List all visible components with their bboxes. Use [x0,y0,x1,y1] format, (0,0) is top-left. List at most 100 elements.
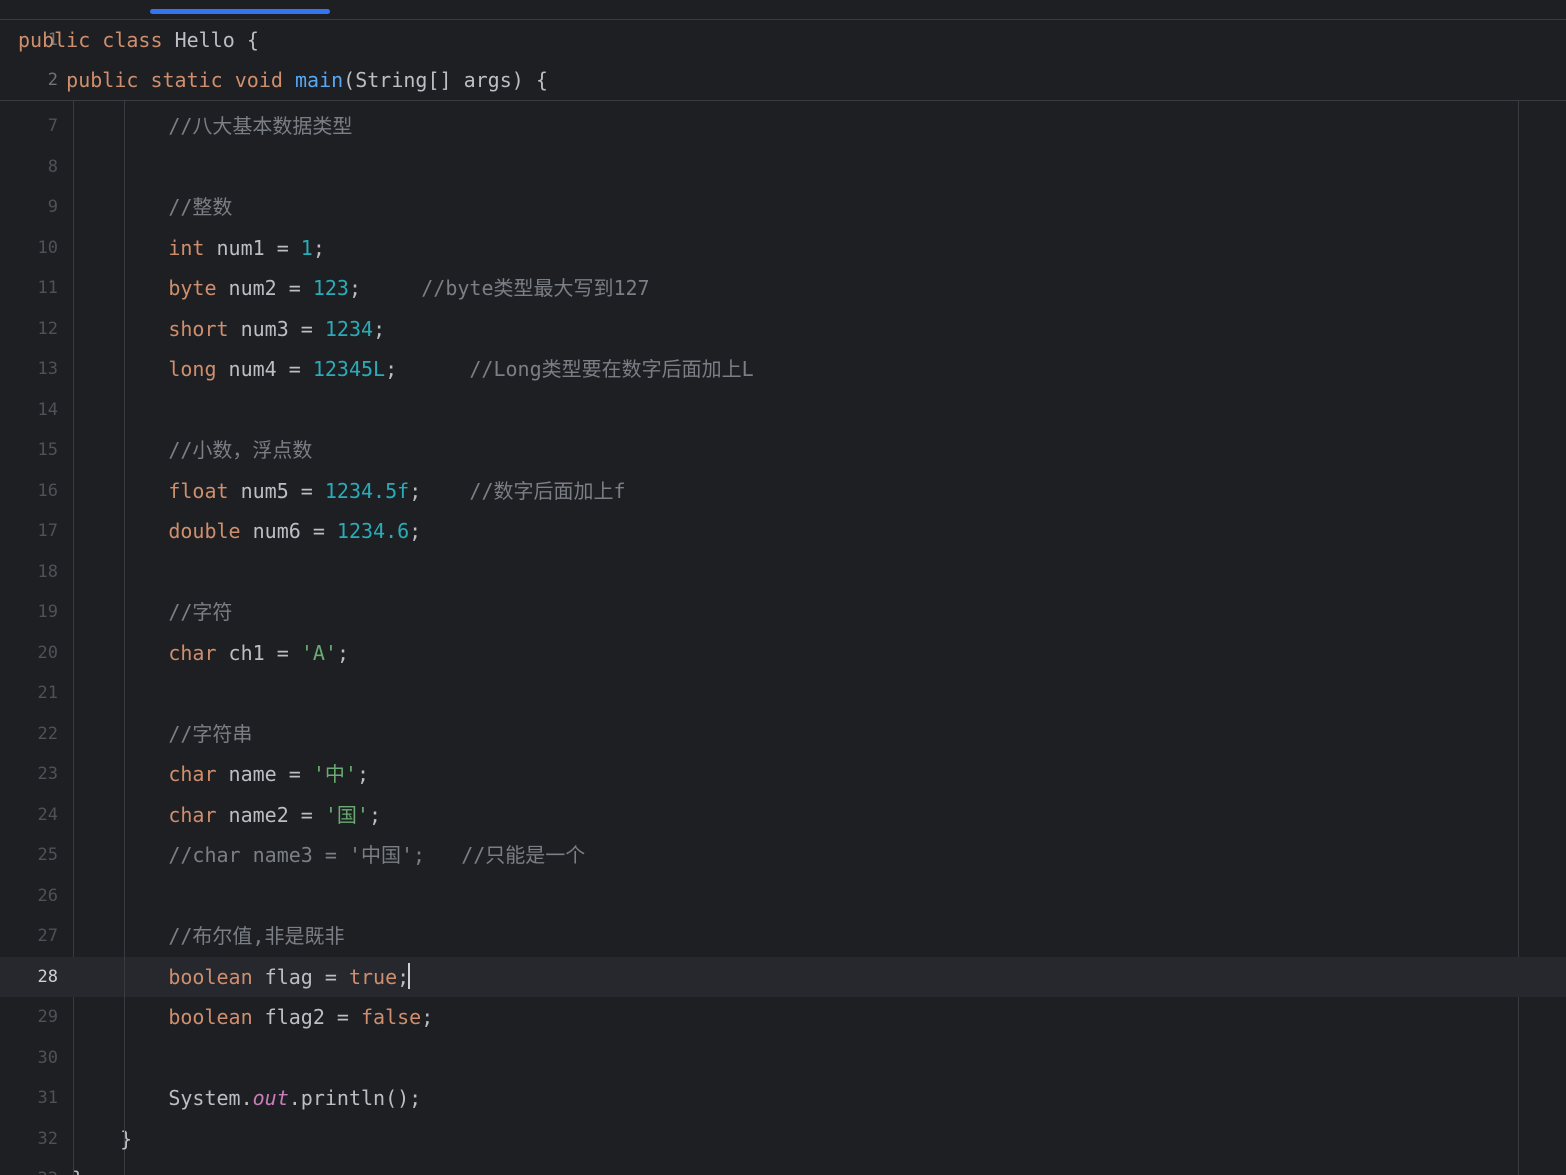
code-line[interactable]: 8 [0,147,1566,188]
line-number: 10 [37,237,58,258]
active-tab-indicator[interactable] [150,9,330,14]
code-text[interactable]: //字符串 [72,714,252,755]
indent-guide [124,101,125,1133]
code-token: //八大基本数据类型 [168,114,353,138]
line-number: 8 [47,156,58,177]
code-token: (); [385,1086,422,1110]
line-number: 21 [37,683,58,703]
line-number: 30 [37,1047,58,1068]
code-line[interactable]: 23 char name = '中'; [0,754,1566,795]
code-line[interactable]: 31 System.out.println(); [0,1078,1566,1119]
code-text[interactable]: char ch1 = 'A'; [72,633,349,674]
code-line[interactable]: 13 long num4 = 12345L; //Long类型要在数字后面加上L [0,349,1566,390]
code-line[interactable]: 22 //字符串 [0,714,1566,755]
code-line[interactable]: 20 char ch1 = 'A'; [0,633,1566,674]
code-token: . [240,1086,253,1110]
code-text[interactable]: float num5 = 1234.5f; //数字后面加上f [72,471,626,512]
code-text[interactable]: char name2 = '国'; [72,795,381,836]
code-token: ; [356,762,369,786]
code-editor[interactable]: 1 public class Hello {2 public static voi… [0,0,1566,1175]
sticky-code-line[interactable]: 1 public class Hello { [0,20,1566,61]
code-token: { [234,28,259,52]
code-text[interactable]: public static void main(String[] args) { [18,60,548,101]
code-line[interactable]: 27 //布尔值,非是既非 [0,916,1566,957]
code-token: = [288,762,313,786]
code-token: = [300,316,325,341]
code-text[interactable]: } [72,1159,84,1175]
code-token: class [102,28,163,52]
code-token: num2 [216,276,289,300]
code-line[interactable]: 30 [0,1038,1566,1079]
code-token: main [294,68,344,92]
code-line[interactable]: 25 //char name3 = '中国'; //只能是一个 [0,835,1566,876]
line-number: 33 [0,1159,58,1175]
code-line[interactable]: 26 [0,876,1566,917]
code-token: = [300,478,325,503]
code-line[interactable]: 14 [0,390,1566,431]
code-text[interactable]: short num3 = 1234; [72,309,385,350]
code-token: ; [421,1005,434,1029]
code-line[interactable]: 7 //八大基本数据类型 [0,106,1566,147]
code-token: 'A' [300,640,337,665]
line-number: 7 [47,116,58,136]
code-token: System [168,1086,241,1110]
code-line[interactable]: 10 int num1 = 1; [0,228,1566,269]
code-token: //Long类型要在数字后面加上L [469,357,754,381]
code-token: ( [343,68,356,92]
code-token: ; [409,478,422,503]
code-token: ; [348,276,362,300]
code-line[interactable]: 24 char name2 = '国'; [0,795,1566,836]
line-number: 32 [37,1128,58,1149]
code-text[interactable]: public class Hello { [18,20,259,61]
code-text[interactable]: long num4 = 12345L; //Long类型要在数字后面加上L [72,349,754,390]
code-line[interactable]: 16 float num5 = 1234.5f; //数字后面加上f [0,471,1566,512]
code-text[interactable]: //布尔值,非是既非 [72,916,344,957]
code-text[interactable]: //整数 [72,187,232,228]
code-line[interactable]: 32 } [0,1119,1566,1160]
code-text[interactable]: //八大基本数据类型 [72,106,352,147]
code-text[interactable]: boolean flag = true; [72,957,411,998]
code-text[interactable]: byte num2 = 123; //byte类型最大写到127 [72,268,649,309]
code-line[interactable]: 11 byte num2 = 123; //byte类型最大写到127 [0,268,1566,309]
code-text[interactable]: //char name3 = '中国'; //只能是一个 [72,835,585,876]
code-line[interactable]: 29 boolean flag2 = false; [0,997,1566,1038]
code-text[interactable]: char name = '中'; [72,754,369,795]
code-token: ; [373,316,386,341]
code-text[interactable]: //字符 [72,592,232,633]
code-text[interactable]: boolean flag2 = false; [72,997,433,1038]
code-token: //数字后面加上f [469,478,626,503]
code-line[interactable]: 33} [0,1159,1566,1175]
line-number: 17 [37,521,58,541]
code-line[interactable]: 12 short num3 = 1234; [0,309,1566,350]
code-line[interactable]: 9 //整数 [0,187,1566,228]
code-token: num5 [228,478,301,503]
code-line[interactable]: 18 [0,552,1566,593]
code-token: num3 [228,316,301,341]
code-token: boolean [168,964,253,989]
line-number: 25 [37,845,58,865]
code-token: flag2 [252,1005,337,1029]
code-line[interactable]: 21 [0,673,1566,714]
code-line-current[interactable]: 28 boolean flag = true; [0,956,1566,998]
code-line[interactable]: 19 //字符 [0,592,1566,633]
code-token: . [288,1086,301,1110]
code-token: num1 [204,235,277,260]
sticky-code-line[interactable]: 2 public static void main(String[] args)… [0,60,1566,101]
code-token: ; [409,519,422,543]
code-text[interactable]: int num1 = 1; [72,228,325,269]
code-text[interactable]: //小数，浮点数 [72,430,312,471]
code-token: ; [312,235,325,260]
code-line[interactable]: 17 double num6 = 1234.6; [0,511,1566,552]
code-line[interactable]: 15 //小数，浮点数 [0,430,1566,471]
